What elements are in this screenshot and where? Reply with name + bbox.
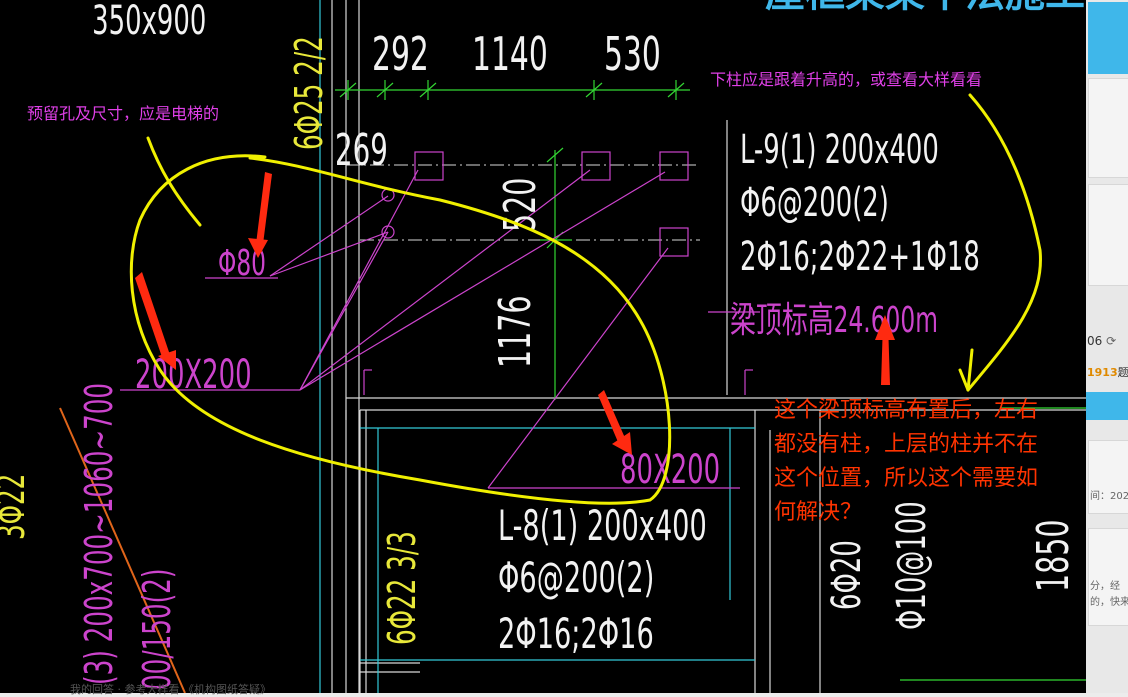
question-annotation: 这个梁顶标高布置后，左右都没有柱，上层的柱并不在这个位置，所以这个需要如何解决？: [774, 398, 1039, 525]
beam-l9-stirrup: Φ6@200(2): [740, 180, 889, 226]
top-left-dimension: 350x900: [92, 0, 206, 44]
red-arrow-200x200: [135, 272, 170, 360]
beam-l8-stirrup: Φ6@200(2): [498, 553, 654, 602]
sidebar-badge-suffix: 题: [1117, 366, 1128, 379]
sidebar-desc-line2: 的，快来: [1090, 597, 1128, 608]
beam-l9-rebar: 2Φ16;2Φ22+1Φ18: [740, 234, 980, 280]
dim-1176: 1176: [490, 295, 542, 368]
green-dimension-lines: [335, 80, 1086, 681]
sidebar-action-button[interactable]: [1086, 392, 1128, 420]
header-title: 屋框架梁平法施工图: [765, 0, 1086, 16]
left-vertical-magenta-1: (3) 200x700~1060~700: [76, 383, 121, 685]
col-rebar-vertical: 6Φ22 3/3: [379, 531, 424, 645]
sidebar-date: 间：2024: [1090, 491, 1128, 502]
refresh-icon[interactable]: ⟳: [1106, 334, 1116, 348]
sidebar-badge-number: 1913: [1087, 366, 1118, 379]
beam-l8-name: L-8(1) 200x400: [498, 501, 707, 550]
dim-1850: 1850: [1028, 519, 1080, 592]
dim-530: 530: [604, 29, 661, 82]
white-structure-lines: [331, 0, 1086, 693]
cad-drawing-canvas: 屋框架梁平法施工图: [0, 0, 1086, 693]
sidebar-card-2[interactable]: [1088, 184, 1128, 286]
bottom-caption: 我的回答 · 参考大样看 《机构图纸答疑》: [70, 683, 271, 696]
beam-l8-rebar: 2Φ16;2Φ16: [498, 609, 654, 658]
left-vertical-magenta-2: 00/150(2): [134, 569, 179, 690]
sidebar-count: 06: [1087, 334, 1103, 348]
sidebar-card-1[interactable]: [1088, 78, 1128, 178]
hole-note-leader: [146, 136, 202, 227]
col-right-rebar-1: 6Φ20: [824, 540, 870, 610]
sidebar-desc-line1: 分，经: [1090, 581, 1120, 592]
sidebar-card-3: 间：2024: [1088, 440, 1128, 514]
dim-1140: 1140: [472, 29, 548, 82]
dim-292: 292: [372, 29, 429, 82]
column-note-annotation: 下柱应是跟着升高的，或查看大样看看: [710, 70, 983, 89]
magenta-hole-markers: [120, 151, 760, 489]
right-sidebar: 06 ⟳ 1913题 间：2024 分，经 的，快来: [1086, 0, 1128, 693]
sidebar-card-4: 分，经 的，快来: [1088, 528, 1128, 626]
beam-top-elevation: 梁顶标高24.600m: [730, 300, 938, 341]
left-vertical-yellow: 3Φ22: [0, 474, 33, 540]
hole-note-annotation: 预留孔及尺寸，应是电梯的: [27, 104, 220, 123]
beam-l9-name: L-9(1) 200x400: [740, 127, 939, 173]
top-rebar-vertical: 6Φ25 2/2: [286, 36, 331, 150]
sidebar-header-block: [1088, 2, 1128, 74]
dim-269: 269: [335, 124, 388, 175]
